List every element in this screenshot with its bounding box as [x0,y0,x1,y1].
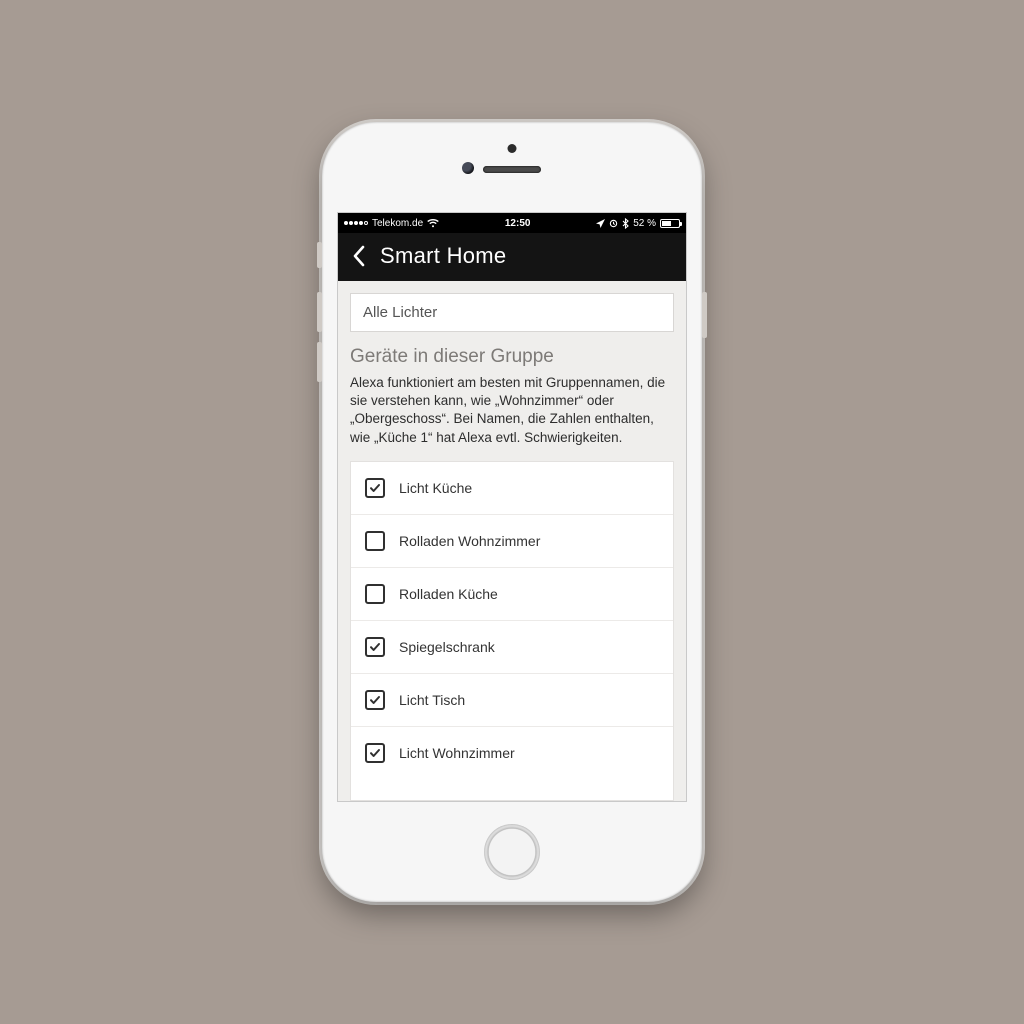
screen: Telekom.de 12:50 52 % Smart Home [337,212,687,802]
clock-label: 12:50 [439,218,596,229]
group-name-input[interactable] [350,293,674,332]
device-row[interactable]: Rolladen Küche [351,568,673,621]
checkbox-checked-icon[interactable] [365,690,385,710]
status-right: 52 % [596,218,680,229]
location-icon [596,219,605,228]
wifi-icon [427,219,439,228]
status-bar: Telekom.de 12:50 52 % [338,213,686,233]
device-row[interactable]: Spiegelschrank [351,621,673,674]
phone-volume-down [317,342,322,382]
battery-pct-label: 52 % [633,218,656,229]
device-list[interactable]: Licht Küche Rolladen Wohnzimmer Rolladen K… [350,461,674,801]
phone-mute-switch [317,242,322,268]
device-label: Rolladen Wohnzimmer [399,533,659,549]
checkbox-checked-icon[interactable] [365,478,385,498]
phone-home-button[interactable] [484,824,540,880]
section-title: Geräte in dieser Gruppe [350,346,674,368]
bluetooth-icon [622,218,629,229]
device-label: Spiegelschrank [399,639,659,655]
back-icon[interactable] [352,245,366,267]
phone-earpiece [483,166,541,173]
checkbox-unchecked-icon[interactable] [365,531,385,551]
device-label: Licht Küche [399,480,659,496]
device-row[interactable]: Licht Wohnzimmer [351,727,673,779]
checkbox-checked-icon[interactable] [365,637,385,657]
device-row[interactable]: Rolladen Wohnzimmer [351,515,673,568]
phone-sensor-dot [508,144,517,153]
device-label: Licht Wohnzimmer [399,745,659,761]
page-title: Smart Home [380,243,506,269]
section-helper-text: Alexa funktioniert am besten mit Gruppen… [350,374,674,447]
status-left: Telekom.de [344,218,439,229]
alarm-icon [609,219,618,228]
device-label: Licht Tisch [399,692,659,708]
device-label: Rolladen Küche [399,586,659,602]
phone-frame: Telekom.de 12:50 52 % Smart Home [322,122,702,902]
app-header: Smart Home [338,233,686,281]
phone-front-camera [462,162,474,174]
device-row[interactable]: Licht Tisch [351,674,673,727]
phone-power-button [702,292,707,338]
app-content: Geräte in dieser Gruppe Alexa funktionie… [338,281,686,801]
phone-volume-up [317,292,322,332]
checkbox-unchecked-icon[interactable] [365,584,385,604]
checkbox-checked-icon[interactable] [365,743,385,763]
signal-dots-icon [344,221,368,225]
battery-icon [660,219,680,228]
carrier-label: Telekom.de [372,218,423,229]
device-row[interactable]: Licht Küche [351,462,673,515]
